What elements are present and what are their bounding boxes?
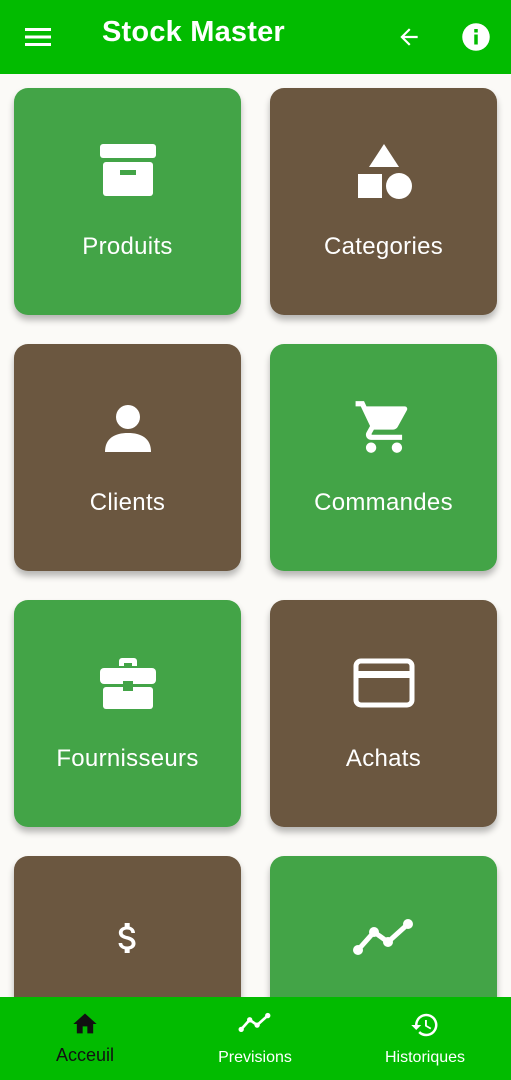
back-button[interactable] <box>385 13 433 61</box>
bottom-navigation: Acceuil Previsions Historiques <box>0 997 511 1080</box>
tile-label: Produits <box>82 233 173 260</box>
tile-statistiques[interactable] <box>270 856 497 997</box>
tile-label: Achats <box>345 745 422 772</box>
info-button[interactable] <box>452 13 500 61</box>
menu-button[interactable] <box>15 13 63 61</box>
app-bar: Stock Master <box>0 0 511 74</box>
tile-categories[interactable]: Categories <box>270 88 497 315</box>
tile-label: Clients <box>89 489 166 516</box>
tile-produits[interactable]: Produits <box>14 88 241 315</box>
tile-label: Fournisseurs <box>56 745 199 772</box>
tile-finances[interactable] <box>14 856 241 997</box>
shopping-cart-icon <box>355 401 407 453</box>
nav-label: Previsions <box>218 1049 292 1066</box>
credit-card-icon <box>353 658 414 708</box>
trend-line-icon <box>352 919 413 955</box>
app-title: Stock Master <box>102 16 285 48</box>
nav-label: Historiques <box>384 1049 466 1066</box>
tile-fournisseurs[interactable]: Fournisseurs <box>14 600 241 827</box>
tile-label: Categories <box>323 233 444 260</box>
home-icon <box>73 1013 97 1034</box>
info-icon <box>462 23 490 51</box>
tile-achats[interactable]: Achats <box>270 600 497 827</box>
menu-icon <box>25 28 51 46</box>
shapes-icon <box>357 144 412 199</box>
tile-commandes[interactable]: Commandes <box>270 344 497 571</box>
tile-clients[interactable]: Clients <box>14 344 241 571</box>
nav-item-historiques[interactable]: Historiques <box>340 997 510 1080</box>
briefcase-icon <box>99 658 156 709</box>
nav-label: Acceuil <box>55 1045 115 1065</box>
nav-item-acceuil[interactable]: Acceuil <box>0 997 170 1080</box>
trend-line-icon <box>238 1012 271 1033</box>
dashboard-grid: Produits Categories Clients Commandes Fo… <box>0 74 511 997</box>
dollar-icon <box>118 923 135 953</box>
person-icon <box>104 405 151 452</box>
archive-box-icon <box>99 144 156 196</box>
tile-label: Commandes <box>314 489 453 516</box>
history-icon <box>411 1013 438 1037</box>
arrow-back-icon <box>400 28 418 46</box>
nav-item-previsions[interactable]: Previsions <box>170 997 340 1080</box>
